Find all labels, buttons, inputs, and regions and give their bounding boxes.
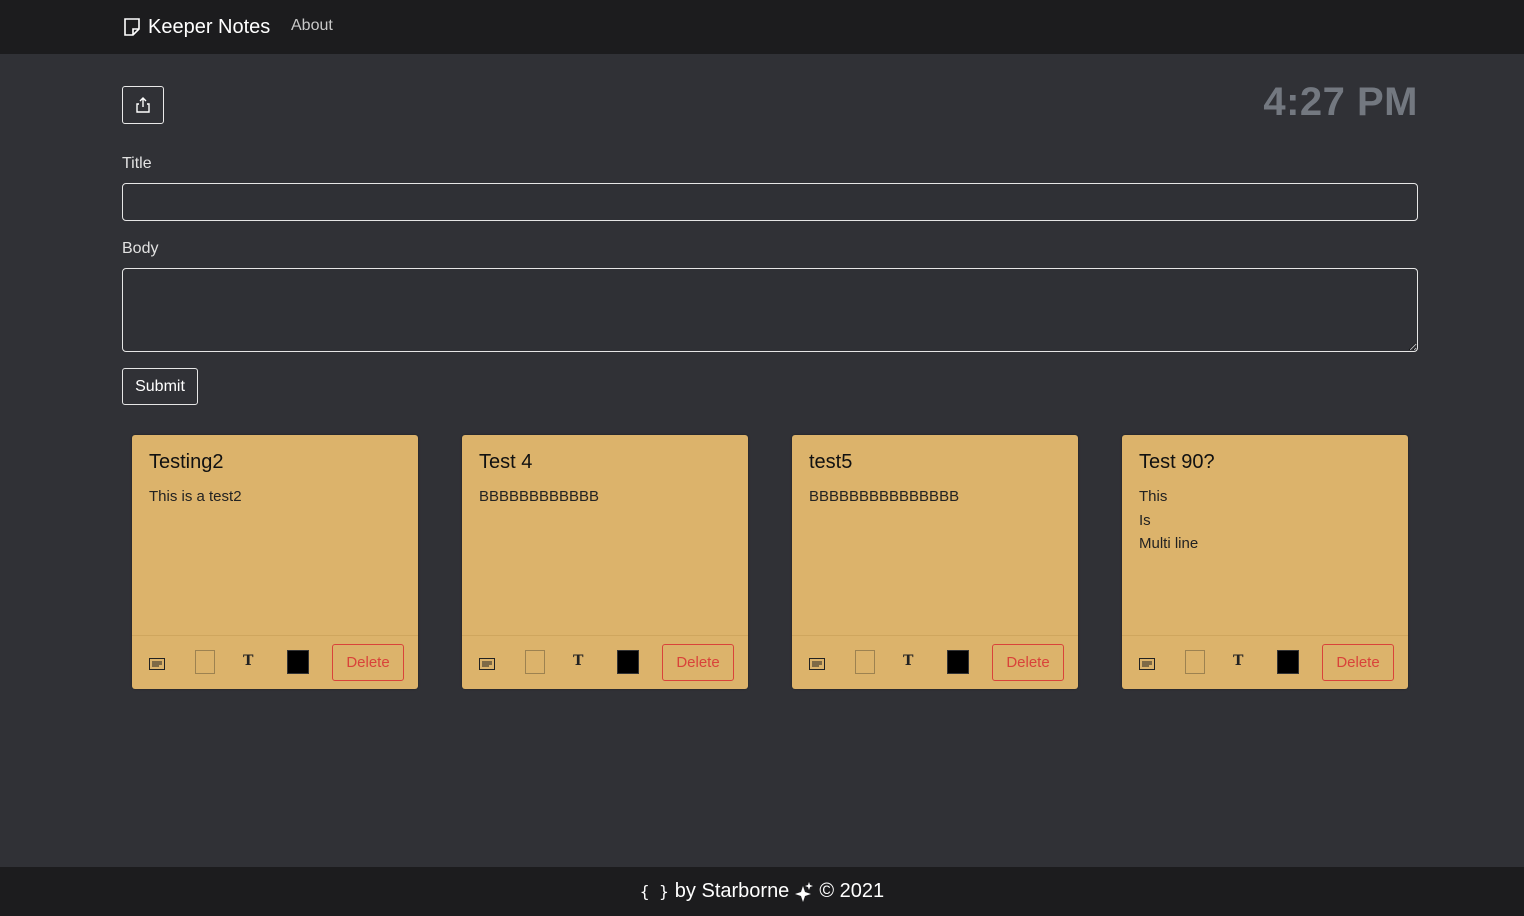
text-color-swatch[interactable] xyxy=(617,650,639,674)
text-color-icon[interactable]: T xyxy=(573,653,583,669)
submit-button[interactable]: Submit xyxy=(122,368,198,405)
body-textarea[interactable] xyxy=(122,268,1418,352)
note-card: Test 4 BBBBBBBBBBBB T Delete xyxy=(462,435,748,689)
text-lines-icon[interactable] xyxy=(1139,658,1155,670)
clock: 4:27 PM xyxy=(1263,80,1418,124)
background-color-swatch[interactable] xyxy=(855,650,875,674)
sparkle-icon xyxy=(795,881,814,902)
text-color-swatch[interactable] xyxy=(287,650,309,674)
text-lines-icon[interactable] xyxy=(479,658,495,670)
navbar: Keeper Notes About xyxy=(0,0,1524,54)
text-lines-icon[interactable] xyxy=(149,658,165,670)
note-footer: T Delete xyxy=(792,635,1078,689)
note-body: This is a test2 xyxy=(149,488,242,505)
background-color-swatch[interactable] xyxy=(525,650,545,674)
text-color-swatch[interactable] xyxy=(1277,650,1299,674)
background-color-swatch[interactable] xyxy=(1185,650,1205,674)
background-color-swatch[interactable] xyxy=(195,650,215,674)
delete-button[interactable]: Delete xyxy=(662,644,734,681)
note-footer: T Delete xyxy=(462,635,748,689)
body-label: Body xyxy=(122,240,159,257)
title-label: Title xyxy=(122,155,152,172)
footer-copyright: © 2021 xyxy=(819,880,885,902)
note-card: Testing2 This is a test2 T Delete xyxy=(132,435,418,689)
share-button[interactable] xyxy=(122,86,164,124)
text-color-icon[interactable]: T xyxy=(903,653,913,669)
note-card: Test 90? This Is Multi line T Delete xyxy=(1122,435,1408,689)
text-color-icon[interactable]: T xyxy=(243,653,253,669)
delete-button[interactable]: Delete xyxy=(1322,644,1394,681)
brand-link[interactable]: Keeper Notes xyxy=(122,14,270,40)
note-body: BBBBBBBBBBBBBBB xyxy=(809,488,960,505)
sticky-note-icon xyxy=(124,18,140,36)
text-color-icon[interactable]: T xyxy=(1233,653,1243,669)
brand-name: Keeper Notes xyxy=(148,15,271,38)
note-title: Testing2 xyxy=(149,451,224,473)
nav-about-link[interactable]: About xyxy=(291,17,333,35)
share-upload-icon xyxy=(136,97,150,113)
footer: { } by Starborne © 2021 xyxy=(0,867,1524,916)
note-title: Test 4 xyxy=(479,451,533,473)
note-title: test5 xyxy=(809,451,853,473)
footer-author: by Starborne xyxy=(674,880,790,902)
note-title: Test 90? xyxy=(1139,451,1215,473)
note-footer: T Delete xyxy=(1122,635,1408,689)
note-card: test5 BBBBBBBBBBBBBBB T Delete xyxy=(792,435,1078,689)
delete-button[interactable]: Delete xyxy=(332,644,404,681)
note-footer: T Delete xyxy=(132,635,418,689)
title-input[interactable] xyxy=(122,183,1418,221)
note-body: BBBBBBBBBBBB xyxy=(479,488,600,505)
text-lines-icon[interactable] xyxy=(809,658,825,670)
notes-list: Testing2 This is a test2 T Delete Test 4… xyxy=(132,435,1408,689)
note-body: This Is Multi line xyxy=(1139,488,1199,552)
code-braces-icon: { } xyxy=(639,882,669,901)
delete-button[interactable]: Delete xyxy=(992,644,1064,681)
text-color-swatch[interactable] xyxy=(947,650,969,674)
